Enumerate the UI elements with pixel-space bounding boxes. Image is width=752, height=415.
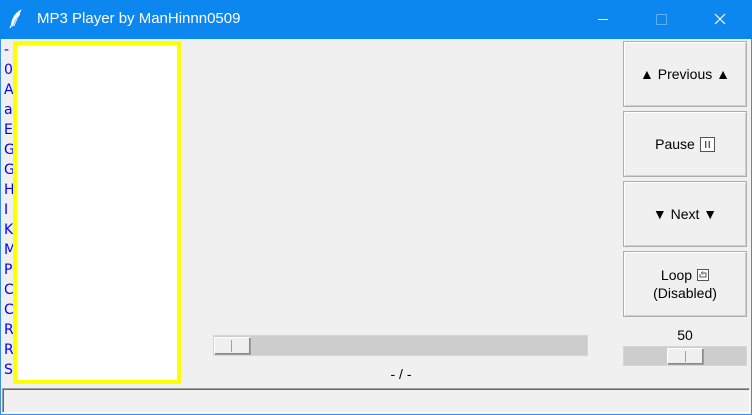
loop-button-label: Loop — [660, 267, 693, 283]
volume-value: 50 — [677, 327, 693, 343]
pause-button[interactable]: Pause — [623, 111, 747, 177]
pause-icon — [699, 136, 715, 152]
letter-index-item[interactable]: M — [1, 240, 13, 260]
letter-index-item[interactable]: 0 — [1, 60, 13, 80]
letter-index-item[interactable]: - — [1, 40, 13, 60]
letter-index-item[interactable]: G — [1, 140, 13, 160]
time-display: - / - — [390, 366, 412, 382]
loop-icon — [697, 269, 710, 281]
pause-button-label: Pause — [655, 136, 695, 152]
letter-index-item[interactable]: I — [1, 200, 13, 220]
playlist-listbox[interactable] — [13, 41, 181, 384]
window-content: -0AaEGGHIKMPCCRRS - / - ▲ Previous ▲ Pau… — [0, 39, 752, 415]
letter-index-item[interactable]: E — [1, 120, 13, 140]
volume-slider-thumb[interactable] — [667, 348, 704, 365]
letter-index-item[interactable]: A — [1, 80, 13, 100]
minimize-icon — [598, 19, 608, 20]
title-bar: MP3 Player by ManHinnn0509 — [0, 0, 752, 39]
minimize-button[interactable] — [580, 0, 626, 39]
next-button-label: ▼ Next ▼ — [652, 206, 718, 222]
maximize-button[interactable] — [638, 0, 684, 39]
previous-button[interactable]: ▲ Previous ▲ — [623, 41, 747, 107]
letter-index-item[interactable]: R — [1, 340, 13, 360]
letter-index-item[interactable]: K — [1, 220, 13, 240]
loop-button[interactable]: Loop (Disabled) — [623, 251, 747, 317]
close-icon — [714, 13, 726, 25]
progress-slider[interactable] — [213, 335, 588, 356]
letter-index-item[interactable]: S — [1, 360, 13, 380]
status-bar — [2, 388, 750, 413]
letter-index: -0AaEGGHIKMPCCRRS — [1, 40, 13, 383]
letter-index-item[interactable]: C — [1, 300, 13, 320]
close-button[interactable] — [697, 0, 743, 39]
letter-index-item[interactable]: G — [1, 160, 13, 180]
next-button[interactable]: ▼ Next ▼ — [623, 181, 747, 247]
loop-state-label: (Disabled) — [653, 285, 717, 301]
previous-button-label: ▲ Previous ▲ — [640, 66, 730, 82]
letter-index-item[interactable]: C — [1, 280, 13, 300]
window-title: MP3 Player by ManHinnn0509 — [37, 10, 241, 27]
letter-index-item[interactable]: H — [1, 180, 13, 200]
volume-slider[interactable] — [623, 346, 747, 366]
feather-icon — [9, 9, 22, 29]
maximize-icon — [656, 14, 667, 25]
letter-index-item[interactable]: R — [1, 320, 13, 340]
progress-slider-thumb[interactable] — [214, 337, 251, 355]
letter-index-item[interactable]: a — [1, 100, 13, 120]
letter-index-item[interactable]: P — [1, 260, 13, 280]
